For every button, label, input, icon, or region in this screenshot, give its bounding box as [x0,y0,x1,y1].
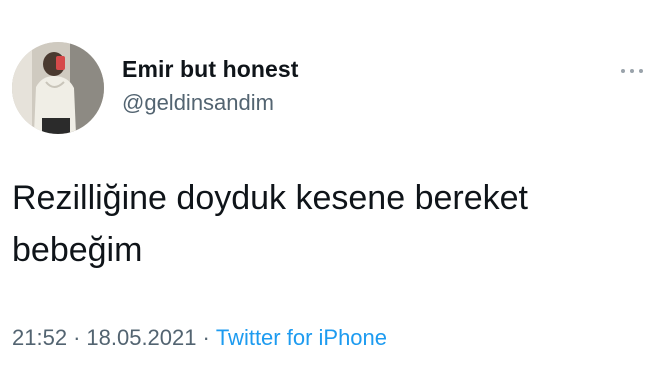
author-display-name[interactable]: Emir but honest [122,56,299,83]
more-options-icon[interactable] [618,60,648,80]
user-avatar[interactable] [12,42,104,134]
tweet-card: Emir but honest @geldinsandim Rezilliğin… [0,0,672,378]
author-handle[interactable]: @geldinsandim [122,90,274,116]
more-dot [621,69,625,73]
tweet-date[interactable]: 18.05.2021 [86,325,196,350]
tweet-meta: 21:52 · 18.05.2021 · Twitter for iPhone [12,325,387,351]
tweet-time[interactable]: 21:52 [12,325,67,350]
avatar-photo-icon [12,42,104,134]
tweet-text: Rezilliğine doyduk kesene bereket bebeği… [12,179,528,269]
meta-separator: · [202,325,210,350]
more-dot [639,69,643,73]
meta-separator: · [73,325,81,350]
more-dot [630,69,634,73]
tweet-source-link[interactable]: Twitter for iPhone [216,325,387,350]
